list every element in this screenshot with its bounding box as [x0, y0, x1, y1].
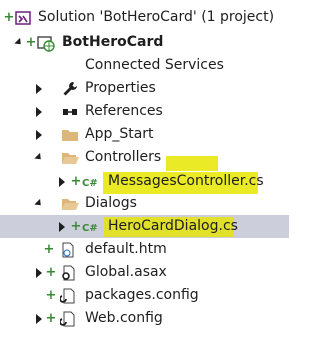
- collapsed-arrow-icon[interactable]: [34, 261, 44, 284]
- add-icon: +: [3, 10, 15, 25]
- add-icon: +: [70, 219, 82, 234]
- app-start-folder-node[interactable]: App_Start: [0, 123, 289, 146]
- collapsed-arrow-icon[interactable]: [34, 307, 44, 330]
- packages-config-file-node[interactable]: + packages.config: [0, 284, 289, 307]
- project-node[interactable]: + BotHeroCard: [0, 31, 289, 54]
- collapsed-arrow-icon[interactable]: [57, 215, 67, 238]
- folder-icon: [60, 123, 80, 146]
- collapsed-arrow-icon[interactable]: [57, 170, 67, 193]
- item-label: Web.config: [85, 310, 163, 326]
- item-label: packages.config: [85, 287, 199, 303]
- collapsed-arrow-icon[interactable]: [34, 123, 44, 146]
- expand-arrow-icon[interactable]: [14, 31, 24, 54]
- item-label: References: [85, 103, 163, 119]
- html-file-icon: [58, 238, 78, 261]
- config-file-icon: [58, 284, 78, 307]
- add-icon: +: [45, 311, 57, 326]
- item-label: App_Start: [85, 126, 154, 142]
- add-icon: +: [45, 265, 57, 280]
- collapsed-arrow-icon[interactable]: [34, 100, 44, 123]
- open-folder-icon: [60, 192, 80, 215]
- global-asax-file-node[interactable]: + Global.asax: [0, 261, 289, 284]
- item-label: MessagesController.cs: [108, 173, 264, 189]
- highlight-mark: [166, 156, 218, 171]
- references-node[interactable]: References: [0, 100, 289, 123]
- expand-arrow-icon[interactable]: [34, 146, 44, 169]
- dialogs-folder-node[interactable]: Dialogs: [0, 192, 289, 215]
- item-label: default.htm: [85, 241, 167, 257]
- controllers-folder-node[interactable]: Controllers: [0, 146, 289, 169]
- solution-node[interactable]: + Solution 'BotHeroCard' (1 project): [0, 6, 289, 29]
- project-label: BotHeroCard: [62, 34, 164, 50]
- item-label: Properties: [85, 80, 156, 96]
- item-label: Global.asax: [85, 264, 167, 280]
- solution-explorer-tree: + Solution 'BotHeroCard' (1 project) + B…: [0, 0, 289, 358]
- connected-services-icon: [60, 54, 80, 77]
- visual-studio-solution-icon: [14, 6, 32, 29]
- references-icon: [60, 100, 80, 123]
- svg-text:C#: C#: [82, 223, 98, 233]
- messages-controller-file-node[interactable]: + C# MessagesController.cs: [0, 170, 289, 193]
- hero-card-dialog-file-node[interactable]: + C# HeroCardDialog.cs: [0, 215, 289, 238]
- add-icon: +: [43, 242, 55, 257]
- wrench-icon: [60, 77, 80, 100]
- add-icon: +: [45, 288, 57, 303]
- add-icon: +: [25, 35, 37, 50]
- item-label: Controllers: [85, 149, 162, 165]
- gear-file-icon: [58, 261, 78, 284]
- default-htm-file-node[interactable]: + default.htm: [0, 238, 289, 261]
- web-config-file-node[interactable]: + Web.config: [0, 307, 289, 330]
- open-folder-icon: [60, 146, 80, 169]
- item-label: Connected Services: [85, 57, 224, 73]
- add-icon: +: [70, 174, 82, 189]
- collapsed-arrow-icon[interactable]: [34, 77, 44, 100]
- item-label: Dialogs: [85, 195, 137, 211]
- item-label: HeroCardDialog.cs: [108, 218, 238, 234]
- connected-services-node[interactable]: Connected Services: [0, 54, 289, 77]
- expand-arrow-icon[interactable]: [34, 192, 44, 215]
- config-file-icon: [58, 307, 78, 330]
- csharp-file-icon: C#: [82, 215, 100, 238]
- csharp-file-icon: C#: [82, 170, 100, 193]
- web-project-icon: [36, 31, 56, 54]
- properties-node[interactable]: Properties: [0, 77, 289, 100]
- solution-label: Solution 'BotHeroCard' (1 project): [38, 9, 275, 25]
- svg-text:C#: C#: [82, 178, 98, 188]
